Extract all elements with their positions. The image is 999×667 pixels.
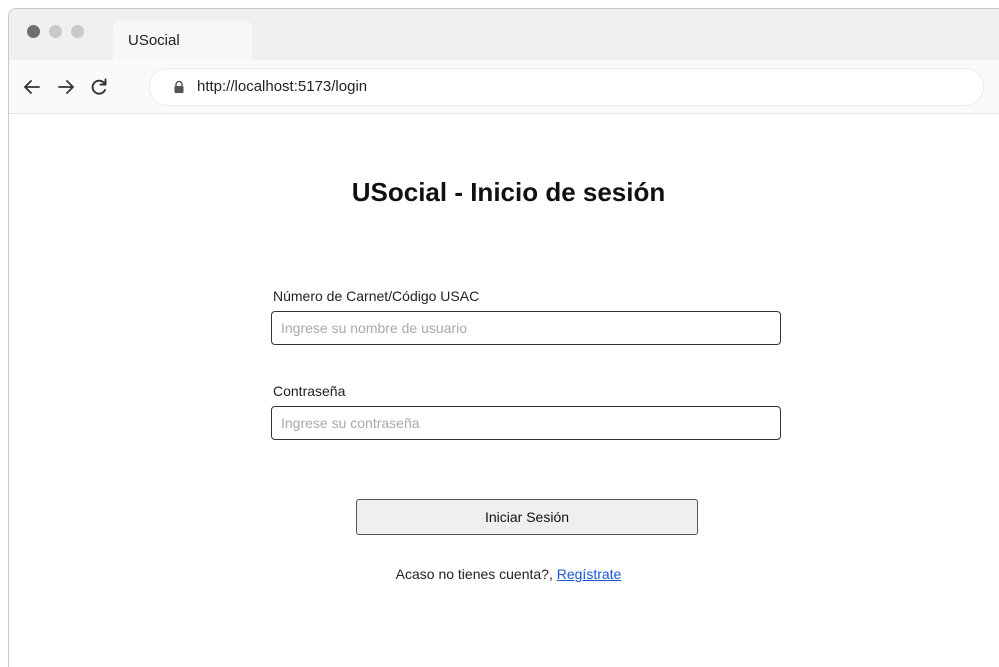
username-label: Número de Carnet/Código USAC — [273, 288, 480, 304]
register-link[interactable]: Regístrate — [557, 566, 622, 582]
page-content: USocial - Inicio de sesión Número de Car… — [9, 114, 999, 667]
register-prompt-line: Acaso no tienes cuenta?, Regístrate — [9, 566, 999, 582]
browser-window: USocial http://localhost:5173/login USoc… — [8, 8, 999, 667]
browser-tab[interactable]: USocial — [113, 21, 252, 60]
url-text: http://localhost:5173/login — [197, 78, 368, 95]
register-prompt-text: Acaso no tienes cuenta?, — [395, 566, 557, 582]
username-input[interactable] — [271, 311, 781, 345]
password-input[interactable] — [271, 406, 781, 440]
login-button[interactable]: Iniciar Sesión — [356, 499, 698, 535]
browser-titlebar: USocial — [9, 9, 999, 60]
window-minimize-dot[interactable] — [49, 25, 62, 38]
address-bar[interactable]: http://localhost:5173/login — [149, 68, 984, 106]
tab-title: USocial — [128, 32, 180, 49]
page-title: USocial - Inicio de sesión — [351, 177, 666, 207]
arrow-left-icon[interactable] — [21, 76, 43, 98]
reload-icon[interactable] — [88, 76, 110, 98]
window-close-dot[interactable] — [27, 25, 40, 38]
arrow-right-icon[interactable] — [55, 76, 77, 98]
window-maximize-dot[interactable] — [71, 25, 84, 38]
browser-toolbar: http://localhost:5173/login — [9, 60, 999, 114]
password-label: Contraseña — [273, 383, 346, 399]
lock-icon — [172, 80, 186, 94]
